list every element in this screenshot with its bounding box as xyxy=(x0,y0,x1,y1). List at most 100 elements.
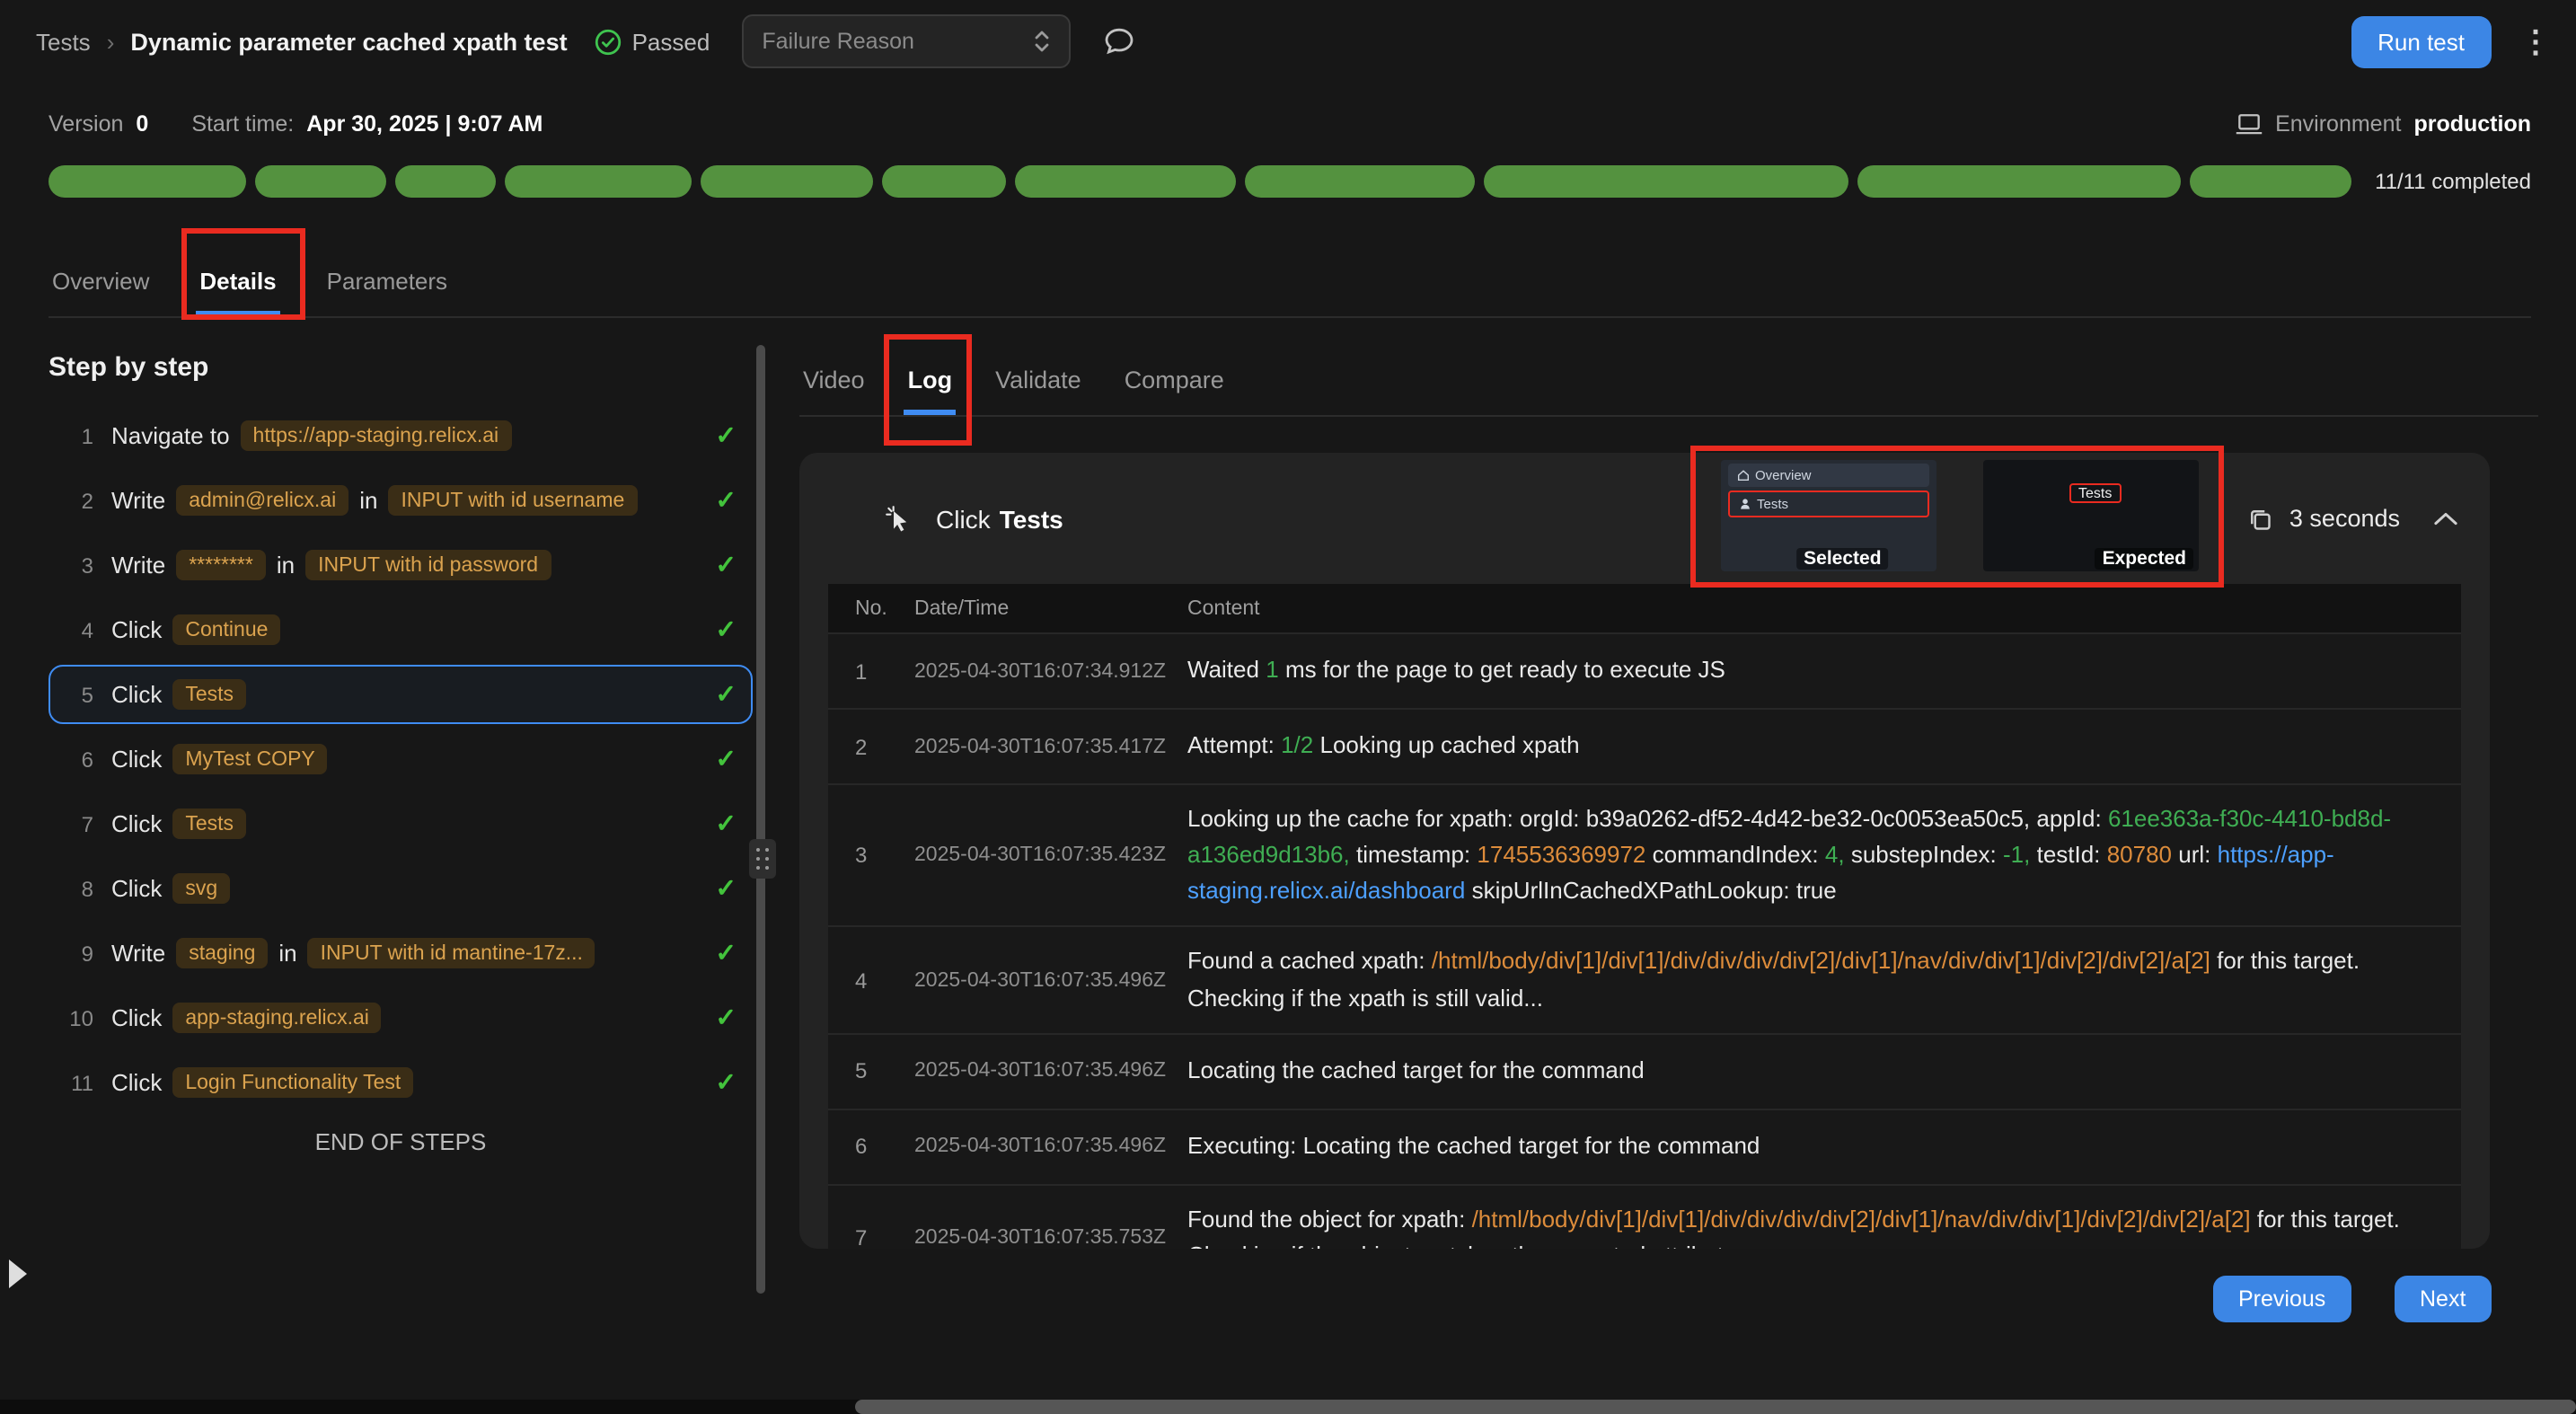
step-success-check-icon: ✓ xyxy=(716,614,737,645)
step-target-chip: INPUT with id username xyxy=(388,485,637,516)
tab-compare[interactable]: Compare xyxy=(1121,349,1228,415)
version-label: Version xyxy=(49,111,123,137)
annotation-box-thumbnails: Overview Tests Selected Tests Expected xyxy=(1690,446,2224,588)
step-row[interactable]: 8Clicksvg✓ xyxy=(49,859,753,918)
step-row[interactable]: 10Clickapp-staging.relicx.ai✓ xyxy=(49,988,753,1047)
tab-log[interactable]: Log xyxy=(904,349,957,415)
step-target-chip: MyTest COPY xyxy=(172,744,327,774)
step-action-text: Write xyxy=(111,940,165,967)
next-button[interactable]: Next xyxy=(2395,1276,2491,1322)
step-target-chip: INPUT with id mantine-17z... xyxy=(308,938,595,968)
progress-segment xyxy=(1244,165,1474,198)
selected-thumbnail[interactable]: Overview Tests Selected xyxy=(1721,460,1936,571)
step-row[interactable]: 9WritestaginginINPUT with id mantine-17z… xyxy=(49,924,753,983)
log-content-part: substepIndex: xyxy=(1851,841,1997,868)
failure-reason-value: Failure Reason xyxy=(762,29,914,54)
expected-tests-label: Tests xyxy=(2069,483,2121,503)
log-row-number: 2 xyxy=(828,734,914,759)
failure-reason-select[interactable]: Failure Reason xyxy=(742,14,1071,68)
log-row: 62025-04-30T16:07:35.496ZExecuting: Loca… xyxy=(828,1108,2461,1183)
progress-bar: 11/11 completed xyxy=(49,165,2531,198)
comment-icon[interactable] xyxy=(1103,25,1135,57)
progress-segment xyxy=(881,165,1006,198)
step-number: 4 xyxy=(50,617,93,642)
log-content-part: Waited xyxy=(1187,657,1259,684)
kebab-menu-icon[interactable]: ⋮ xyxy=(2520,26,2551,57)
collapse-chevron-up-icon[interactable] xyxy=(2434,511,2457,526)
step-row[interactable]: 2Writeadmin@relicx.aiinINPUT with id use… xyxy=(49,471,753,530)
step-success-check-icon: ✓ xyxy=(716,550,737,580)
expected-thumbnail[interactable]: Tests Expected xyxy=(1983,460,2199,571)
log-content-part: commandIndex: xyxy=(1653,841,1819,868)
log-row-number: 3 xyxy=(828,843,914,868)
previous-button[interactable]: Previous xyxy=(2213,1276,2351,1322)
horizontal-scrollbar-thumb[interactable] xyxy=(855,1400,2576,1414)
step-success-check-icon: ✓ xyxy=(716,679,737,710)
step-success-check-icon: ✓ xyxy=(716,938,737,968)
step-action-text: Click xyxy=(111,1069,162,1096)
step-action-text: Navigate to xyxy=(111,422,230,449)
log-row-timestamp: 2025-04-30T16:07:35.496Z xyxy=(914,1136,1187,1157)
tab-validate[interactable]: Validate xyxy=(992,349,1085,415)
check-circle-icon xyxy=(595,28,622,55)
log-content-part: 1745536369972 xyxy=(1477,841,1645,868)
tab-parameters[interactable]: Parameters xyxy=(323,252,451,316)
step-row[interactable]: 4ClickContinue✓ xyxy=(49,600,753,659)
environment-group: Environment production xyxy=(2234,111,2531,137)
main-tabs: Overview Details Parameters xyxy=(49,252,2531,318)
log-content-part: Found a cached xpath: xyxy=(1187,948,1425,975)
log-content-part: Attempt: xyxy=(1187,732,1275,759)
log-row-timestamp: 2025-04-30T16:07:35.496Z xyxy=(914,969,1187,991)
log-table-header: No. Date/Time Content xyxy=(828,584,2461,632)
tab-video[interactable]: Video xyxy=(799,349,869,415)
step-row[interactable]: 1Navigate tohttps://app-staging.relicx.a… xyxy=(49,406,753,465)
tab-overview[interactable]: Overview xyxy=(49,252,153,316)
step-success-check-icon: ✓ xyxy=(716,420,737,451)
step-row[interactable]: 6ClickMyTest COPY✓ xyxy=(49,729,753,789)
step-number: 11 xyxy=(50,1070,93,1095)
log-row-number: 1 xyxy=(828,658,914,684)
log-row-content: Found the object for xpath: /html/body/d… xyxy=(1187,1201,2461,1249)
progress-bar-segments xyxy=(49,165,2351,198)
progress-segment xyxy=(254,165,385,198)
meta-row: Version 0 Start time: Apr 30, 2025 | 9:0… xyxy=(49,111,2531,137)
log-row-timestamp: 2025-04-30T16:07:35.423Z xyxy=(914,844,1187,866)
log-table: No. Date/Time Content 1 2025-04-30T16:07:… xyxy=(828,584,2461,1249)
log-content-part: Found the object for xpath: xyxy=(1187,1205,1465,1232)
log-content-part: Looking up cached xpath xyxy=(1320,732,1580,759)
log-content-part: Executing: Locating the cached target fo… xyxy=(1187,1132,1760,1159)
steps-scrollbar[interactable] xyxy=(756,345,765,1294)
progress-segment xyxy=(1015,165,1235,198)
step-row[interactable]: 3Write********inINPUT with id password✓ xyxy=(49,535,753,595)
command-target: Tests xyxy=(1000,504,1063,533)
progress-segment xyxy=(49,165,245,198)
step-action-text: in xyxy=(277,552,295,579)
copy-icon[interactable] xyxy=(2248,506,2273,531)
step-number: 3 xyxy=(50,552,93,578)
log-content-part: timestamp: xyxy=(1356,841,1470,868)
step-target-chip: Continue xyxy=(172,614,280,645)
panel-resize-handle[interactable] xyxy=(749,839,776,879)
copy-squares-icon xyxy=(2248,506,2273,531)
tab-details[interactable]: Details xyxy=(196,252,279,316)
step-row[interactable]: 7ClickTests✓ xyxy=(49,794,753,853)
progress-segment xyxy=(2189,165,2351,198)
page-title: Dynamic parameter cached xpath test xyxy=(130,28,567,55)
step-target-chip: INPUT with id password xyxy=(305,550,551,580)
log-row-timestamp: 2025-04-30T16:07:35.753Z xyxy=(914,1227,1187,1249)
step-target-chip: staging xyxy=(176,938,268,968)
log-row-number: 5 xyxy=(828,1058,914,1083)
log-row: 32025-04-30T16:07:35.423ZLooking up the … xyxy=(828,783,2461,926)
log-content-part: 1/2 xyxy=(1281,732,1313,759)
log-content-part: Locating the cached target for the comma… xyxy=(1187,1056,1645,1083)
step-description: ClickTests xyxy=(111,809,701,839)
log-content-part: /html/body/div[1]/div[1]/div/div/div/div… xyxy=(1432,948,2210,975)
run-test-button[interactable]: Run test xyxy=(2351,15,2492,67)
step-row[interactable]: 11ClickLogin Functionality Test✓ xyxy=(49,1053,753,1112)
speech-bubble-icon xyxy=(1103,25,1135,57)
step-row[interactable]: 5ClickTests✓ xyxy=(49,665,753,724)
log-row: 52025-04-30T16:07:35.496ZLocating the ca… xyxy=(828,1032,2461,1108)
sidebar-expand-arrow[interactable] xyxy=(0,1247,40,1301)
log-row-number: 4 xyxy=(828,968,914,993)
breadcrumb-tests[interactable]: Tests xyxy=(36,28,91,55)
